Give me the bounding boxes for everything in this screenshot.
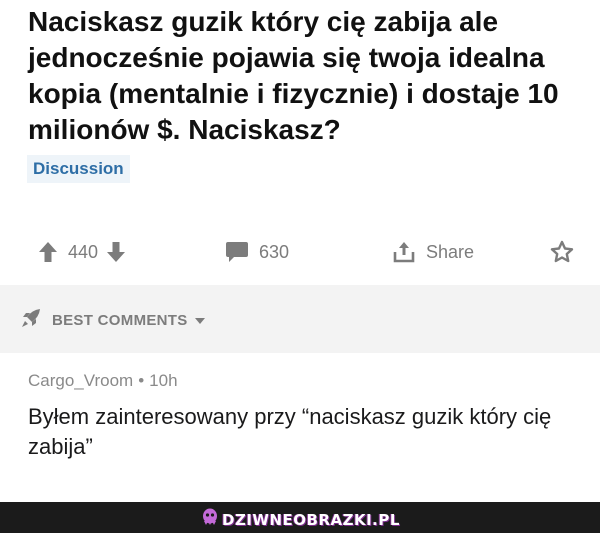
award-button[interactable] <box>550 232 574 272</box>
award-icon <box>550 240 574 264</box>
comment-time: 10h <box>149 371 178 390</box>
share-label: Share <box>426 241 475 262</box>
rocket-icon <box>20 307 42 333</box>
caret-down-icon <box>194 312 206 329</box>
post-flair[interactable]: Discussion <box>27 155 130 183</box>
comments-sort-bar: BEST COMMENTS <box>0 285 600 353</box>
sort-label: BEST COMMENTS <box>52 311 188 329</box>
upvote-icon[interactable] <box>38 241 58 263</box>
watermark-bar: DZIWNEOBRAZKI.PL <box>0 502 600 533</box>
comment-count: 630 <box>259 241 290 262</box>
sort-dropdown[interactable]: BEST COMMENTS <box>20 307 206 333</box>
watermark: DZIWNEOBRAZKI.PL <box>202 508 400 531</box>
share-button[interactable]: Share <box>392 232 482 272</box>
comment-meta: Cargo_Vroom • 10h <box>28 371 178 391</box>
watermark-text: DZIWNEOBRAZKI.PL <box>222 510 400 529</box>
watermark-logo-icon <box>202 508 218 531</box>
post-actions: 440 630 Share <box>0 232 600 272</box>
comments-button[interactable]: 630 <box>225 232 297 272</box>
downvote-icon[interactable] <box>106 241 126 263</box>
comment-body: Byłem zainteresowany przy “naciskasz guz… <box>28 404 552 459</box>
comment-bubble-icon <box>225 241 249 263</box>
post-title: Naciskasz guzik który cię zabija ale jed… <box>28 6 559 145</box>
share-icon <box>392 240 416 264</box>
vote-group: 440 <box>38 232 126 272</box>
comment-author[interactable]: Cargo_Vroom <box>28 371 133 390</box>
upvote-count: 440 <box>68 241 99 262</box>
meta-separator: • <box>138 371 145 390</box>
